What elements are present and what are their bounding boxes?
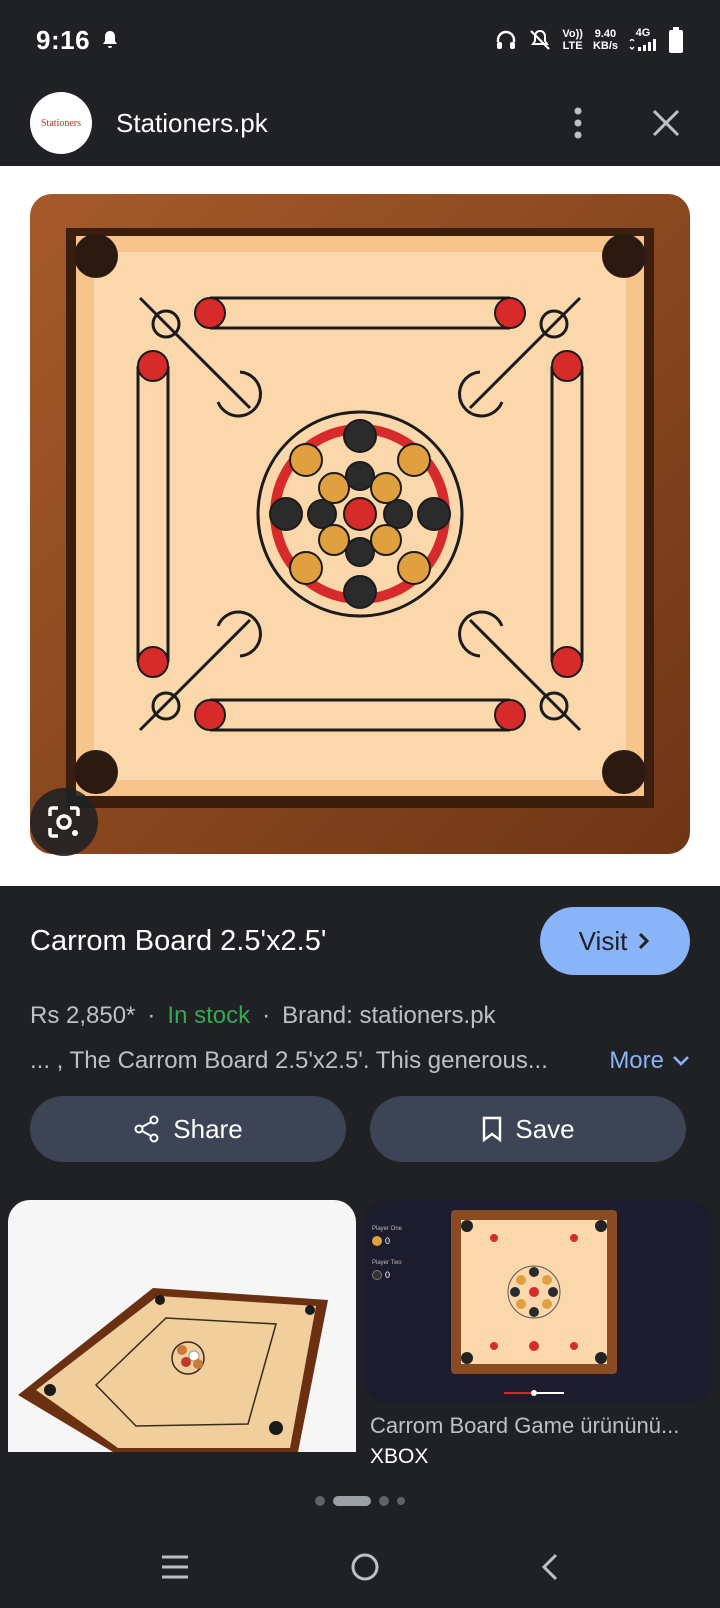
related-source[interactable]: XBOX [364,1445,712,1469]
description: ... , The Carrom Board 2.5'x2.5'. This g… [30,1047,548,1074]
product-title: Carrom Board 2.5'x2.5' [30,924,327,957]
page-dot [379,1496,389,1506]
more-options-button[interactable] [554,99,602,147]
signal-icon [629,37,656,51]
share-icon [134,1115,159,1143]
save-label: Save [515,1113,575,1144]
product-image[interactable] [0,166,720,886]
more-label: More [609,1047,664,1074]
visit-button[interactable]: Visit [540,907,690,975]
product-info: Carrom Board 2.5'x2.5' Visit Rs 2,850* ·… [30,886,690,1086]
player-two-score: 0 [372,1270,390,1280]
more-button[interactable]: More [609,1047,690,1075]
player-one-score: 0 [372,1236,390,1246]
stock-status: In stock [167,1002,251,1029]
page-dot [315,1496,325,1506]
separator: · [262,1002,271,1029]
close-button[interactable] [642,99,690,147]
recents-button[interactable] [160,1554,190,1585]
network-type: 4G [628,27,658,54]
home-icon [351,1553,379,1580]
status-bar: 9:16 Vo)) LTE 9.40 KB/s 4G [0,0,720,80]
player-one-label: Player One [372,1226,403,1232]
battery-icon [669,27,683,53]
action-row: Share Save [30,1096,686,1162]
more-vert-icon [574,107,582,139]
visit-label: Visit [578,925,628,956]
share-label: Share [173,1113,243,1144]
site-logo[interactable]: Stationers [30,92,92,154]
related-image: Player One 0 Player Two 0 [364,1200,712,1403]
related-card[interactable] [8,1200,356,1452]
page-dot-active [333,1496,371,1506]
bookmark-icon [483,1116,502,1143]
save-button[interactable]: Save [370,1096,686,1162]
menu-icon [162,1555,188,1578]
back-icon [541,1553,558,1580]
page-dot [397,1497,405,1505]
back-button[interactable] [540,1552,560,1587]
separator: · [147,1002,156,1029]
related-image [18,1288,328,1452]
lens-icon [48,806,80,838]
system-nav-bar [0,1530,720,1608]
player-two-label: Player Two [372,1260,402,1266]
related-images: Player One 0 Player Two 0 Carrom Board G… [0,1200,720,1468]
brand: Brand: stationers.pk [282,1002,496,1029]
headphones-icon [497,30,516,49]
related-card[interactable]: Player One 0 Player Two 0 Carrom Board G… [364,1200,712,1468]
net-speed: 9.40 KB/s [592,28,618,52]
source-header: Stationers Stationers.pk [0,80,720,166]
mute-icon [530,29,551,50]
site-name[interactable]: Stationers.pk [116,108,554,139]
carrom-board-image [30,194,690,854]
close-icon [652,109,680,137]
pagination-dots [0,1496,720,1506]
related-title[interactable]: Carrom Board Game ürününü... [364,1413,704,1439]
chevron-right-icon [639,932,650,950]
home-button[interactable] [350,1552,380,1587]
bell-icon [103,31,118,48]
share-button[interactable]: Share [30,1096,346,1162]
lens-search-button[interactable] [30,788,98,856]
status-time: 9:16 [36,24,91,55]
price: Rs 2,850* [30,1002,136,1029]
volte-indicator: Vo)) LTE [562,28,583,52]
chevron-down-icon [673,1056,689,1066]
product-meta: Rs 2,850* · In stock · Brand: stationers… [30,996,690,1036]
game-board-thumbnail [451,1210,617,1396]
